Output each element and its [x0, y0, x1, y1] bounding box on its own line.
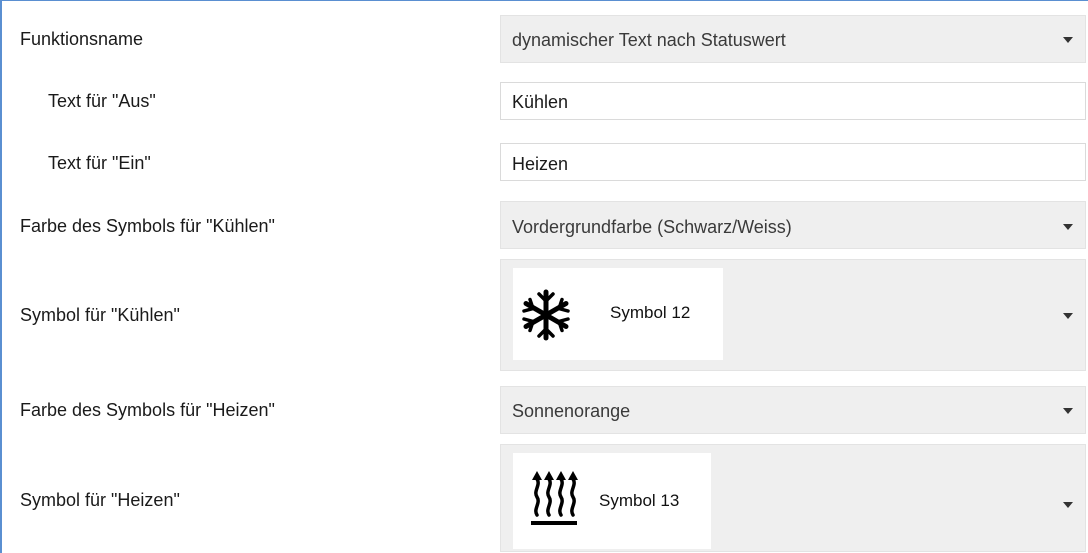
farbe-kuehlen-select[interactable]: Vordergrundfarbe (Schwarz/Weiss) [500, 201, 1086, 249]
symbol-kuehlen-preview: Symbol 12 [513, 268, 723, 360]
funktionsname-label: Funktionsname [20, 29, 144, 49]
row-farbe-kuehlen: Farbe des Symbols für "Kühlen" Vordergru… [2, 201, 1088, 249]
chevron-down-icon [1063, 313, 1073, 319]
farbe-kuehlen-label: Farbe des Symbols für "Kühlen" [20, 216, 275, 236]
symbol-heizen-preview: Symbol 13 [513, 453, 711, 549]
farbe-heizen-label: Farbe des Symbols für "Heizen" [20, 400, 275, 420]
chevron-down-icon [1063, 37, 1073, 43]
funktionsname-select[interactable]: dynamischer Text nach Statuswert [500, 15, 1086, 63]
text-ein-label: Text für "Ein" [48, 153, 151, 173]
row-funktionsname: Funktionsname dynamischer Text nach Stat… [2, 15, 1088, 63]
row-text-ein: Text für "Ein" Heizen [2, 143, 1088, 181]
symbol-heizen-select[interactable]: Symbol 13 [500, 444, 1086, 552]
row-text-aus: Text für "Aus" Kühlen [2, 82, 1088, 120]
farbe-heizen-value: Sonnenorange [512, 401, 631, 421]
symbol-heizen-value: Symbol 13 [599, 491, 680, 510]
parameter-panel: Funktionsname dynamischer Text nach Stat… [0, 0, 1088, 553]
symbol-heizen-label: Symbol für "Heizen" [20, 490, 180, 510]
heating-icon [531, 471, 578, 525]
symbol-kuehlen-value: Symbol 12 [610, 303, 691, 322]
symbol-kuehlen-select[interactable]: Symbol 12 [500, 259, 1086, 371]
row-symbol-heizen: Symbol für "Heizen" Symbol 13 [2, 444, 1088, 552]
farbe-heizen-select[interactable]: Sonnenorange [500, 386, 1086, 434]
snowflake-icon [522, 289, 570, 341]
text-ein-value: Heizen [512, 154, 569, 174]
row-symbol-kuehlen: Symbol für "Kühlen" Symbol 12 [2, 259, 1088, 371]
text-aus-input[interactable]: Kühlen [500, 82, 1086, 120]
text-aus-label: Text für "Aus" [48, 91, 156, 111]
chevron-down-icon [1063, 502, 1073, 508]
row-farbe-heizen: Farbe des Symbols für "Heizen" Sonnenora… [2, 386, 1088, 434]
text-aus-value: Kühlen [512, 92, 569, 112]
text-ein-input[interactable]: Heizen [500, 143, 1086, 181]
farbe-kuehlen-value: Vordergrundfarbe (Schwarz/Weiss) [512, 217, 792, 237]
symbol-kuehlen-label: Symbol für "Kühlen" [20, 305, 180, 325]
chevron-down-icon [1063, 408, 1073, 414]
funktionsname-value: dynamischer Text nach Statuswert [512, 30, 786, 50]
chevron-down-icon [1063, 224, 1073, 230]
